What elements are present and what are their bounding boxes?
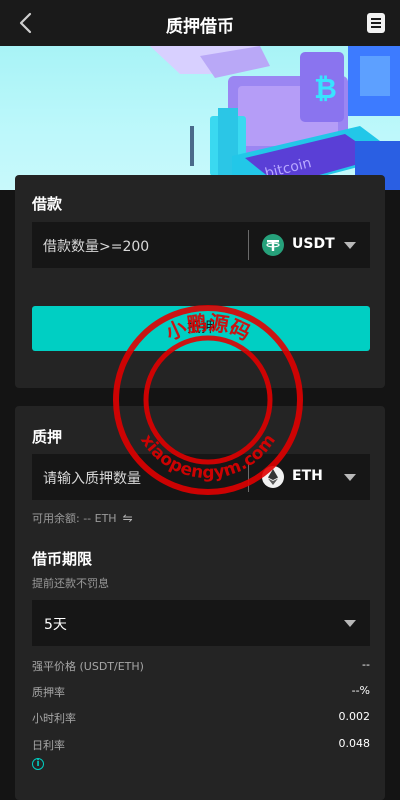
chevron-down-icon[interactable] [344, 242, 356, 249]
borrow-card: 借款 借款数量>=200 USDT 抵押 [15, 175, 385, 388]
bitcoin-symbol-icon: ₿ [314, 72, 337, 105]
page-title: 质押借币 [166, 17, 234, 37]
stat-value: -- [362, 658, 370, 671]
promo-banner: ₿ bitcoin [0, 46, 400, 190]
usdt-coin-icon [262, 234, 284, 256]
orders-list-icon[interactable] [366, 12, 386, 34]
chevron-down-icon[interactable] [344, 620, 356, 627]
stat-row-pledge-rate: 质押率 --% [32, 684, 370, 700]
stat-value: 0.048 [338, 737, 371, 750]
stat-label: 小时利率 [32, 712, 76, 725]
stat-value: --% [351, 684, 370, 697]
pledge-section-title: 质押 [32, 428, 63, 446]
stat-label: 质押率 [32, 686, 65, 699]
field-divider [248, 230, 249, 260]
pledge-amount-field[interactable]: 请输入质押数量 ETH [32, 454, 370, 500]
pledge-coin-select[interactable]: ETH [292, 468, 323, 484]
crypto-illustration: ₿ bitcoin [150, 46, 400, 190]
stat-value: 0.002 [338, 710, 371, 723]
borrow-section-title: 借款 [32, 195, 63, 213]
term-note: 提前还款不罚息 [32, 577, 109, 590]
swap-icon[interactable]: ⇋ [123, 511, 133, 525]
stat-row-liquidation-price: 强平价格 (USDT/ETH) -- [32, 658, 370, 674]
chevron-down-icon[interactable] [344, 474, 356, 481]
pledge-amount-placeholder: 请输入质押数量 [43, 471, 141, 487]
available-balance-text: 可用余额: -- ETH [32, 512, 117, 525]
top-bar: 质押借币 [0, 0, 400, 46]
field-divider [248, 462, 249, 492]
stat-label: 日利率 [32, 739, 65, 752]
term-selected-value: 5天 [44, 617, 67, 633]
term-section-title: 借币期限 [32, 550, 93, 568]
stat-row-daily-rate: 日利率 0.048 [32, 737, 370, 753]
stat-label: 强平价格 (USDT/ETH) [32, 660, 144, 673]
term-select[interactable]: 5天 [32, 600, 370, 646]
mortgage-button[interactable]: 抵押 [32, 306, 370, 351]
stat-row-hourly-rate: 小时利率 0.002 [32, 710, 370, 726]
eth-coin-icon [262, 466, 284, 488]
borrow-coin-select[interactable]: USDT [292, 236, 335, 252]
pledge-card: 质押 请输入质押数量 ETH 可用余额: -- ETH ⇋ 借币期限 提前还款不罚… [15, 406, 385, 800]
available-balance: 可用余额: -- ETH ⇋ [32, 510, 133, 526]
borrow-amount-placeholder: 借款数量>=200 [43, 239, 150, 255]
info-icon[interactable]: i [32, 758, 44, 770]
borrow-amount-field[interactable]: 借款数量>=200 USDT [32, 222, 370, 268]
